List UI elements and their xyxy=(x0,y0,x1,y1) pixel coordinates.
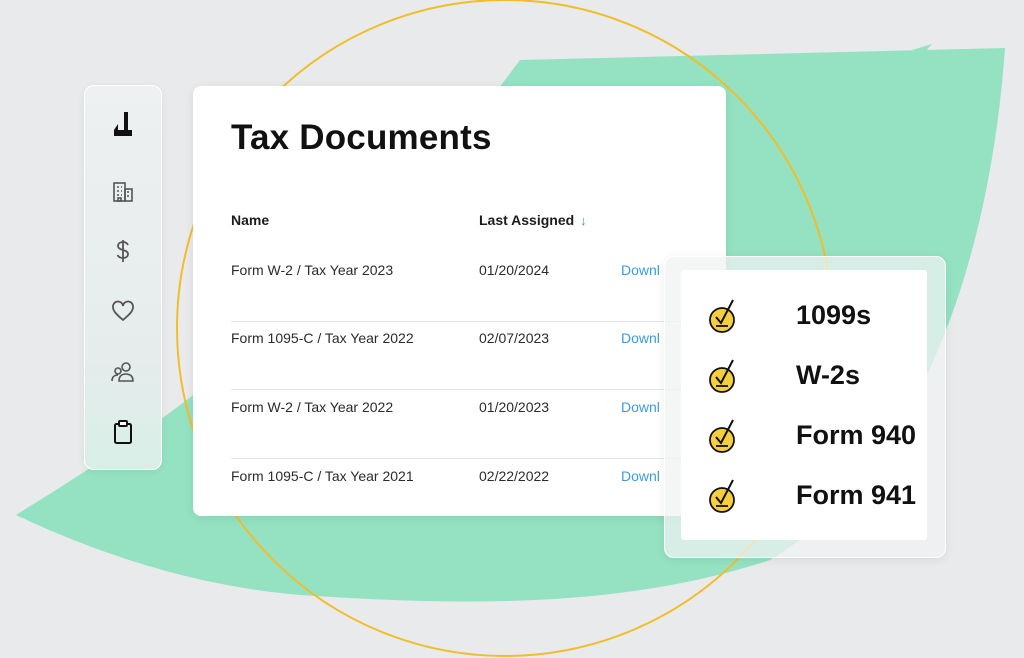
checklist-item-form-941: Form 941 xyxy=(707,476,917,516)
tax-documents-card: Tax Documents Name Last Assigned ↓ Form W… xyxy=(193,86,726,516)
document-name: Form 1095-C / Tax Year 2021 xyxy=(231,468,414,484)
column-header-name: Name xyxy=(231,212,270,228)
row-divider xyxy=(231,389,691,390)
clipboard-icon[interactable] xyxy=(108,417,138,447)
dollar-icon[interactable] xyxy=(108,236,138,266)
check-circle-icon xyxy=(709,479,735,513)
column-header-label: Last Assigned xyxy=(479,212,575,228)
document-name: Form W-2 / Tax Year 2022 xyxy=(231,399,394,415)
document-name: Form W-2 / Tax Year 2023 xyxy=(231,262,394,278)
checklist-label: 1099s xyxy=(796,300,872,330)
table-row[interactable]: Form W-2 / Tax Year 2022 01/20/2023 Down… xyxy=(231,391,691,459)
checklist-item-form-940: Form 940 xyxy=(707,416,917,456)
check-circle-icon xyxy=(709,419,735,453)
download-link[interactable]: Downl xyxy=(621,391,660,423)
table-row[interactable]: Form W-2 / Tax Year 2023 01/20/2024 Down… xyxy=(231,254,691,322)
column-header-last-assigned[interactable]: Last Assigned ↓ xyxy=(479,212,587,228)
document-name: Form 1095-C / Tax Year 2022 xyxy=(231,330,414,346)
checklist-label: W-2s xyxy=(796,360,860,390)
row-divider xyxy=(231,458,691,459)
table-row[interactable]: Form 1095-C / Tax Year 2021 02/22/2022 D… xyxy=(231,460,691,528)
download-link[interactable]: Downl xyxy=(621,460,660,492)
people-icon[interactable] xyxy=(108,357,138,387)
building-icon[interactable] xyxy=(108,177,138,207)
checklist-label: Form 941 xyxy=(796,480,917,510)
checklist-item-w2s: W-2s xyxy=(707,356,917,396)
table-row[interactable]: Form 1095-C / Tax Year 2022 02/07/2023 D… xyxy=(231,322,691,390)
checklist-panel: 1099s W-2s Form 940 Form 941 xyxy=(681,270,927,540)
checklist-label: Form 940 xyxy=(796,420,917,450)
download-link[interactable]: Downl xyxy=(621,322,660,354)
check-circle-icon xyxy=(709,299,735,333)
check-circle-icon xyxy=(709,359,735,393)
heart-icon[interactable] xyxy=(108,296,138,326)
assigned-date: 01/20/2024 xyxy=(479,262,550,278)
sidebar xyxy=(84,85,162,470)
logo-j-icon[interactable] xyxy=(108,109,138,139)
assigned-date: 01/20/2023 xyxy=(479,399,550,415)
sort-down-icon[interactable]: ↓ xyxy=(580,213,587,228)
checklist-item-1099s: 1099s xyxy=(707,296,917,336)
assigned-date: 02/22/2022 xyxy=(479,468,550,484)
page-title: Tax Documents xyxy=(231,118,492,157)
download-link[interactable]: Downl xyxy=(621,254,660,286)
assigned-date: 02/07/2023 xyxy=(479,330,550,346)
